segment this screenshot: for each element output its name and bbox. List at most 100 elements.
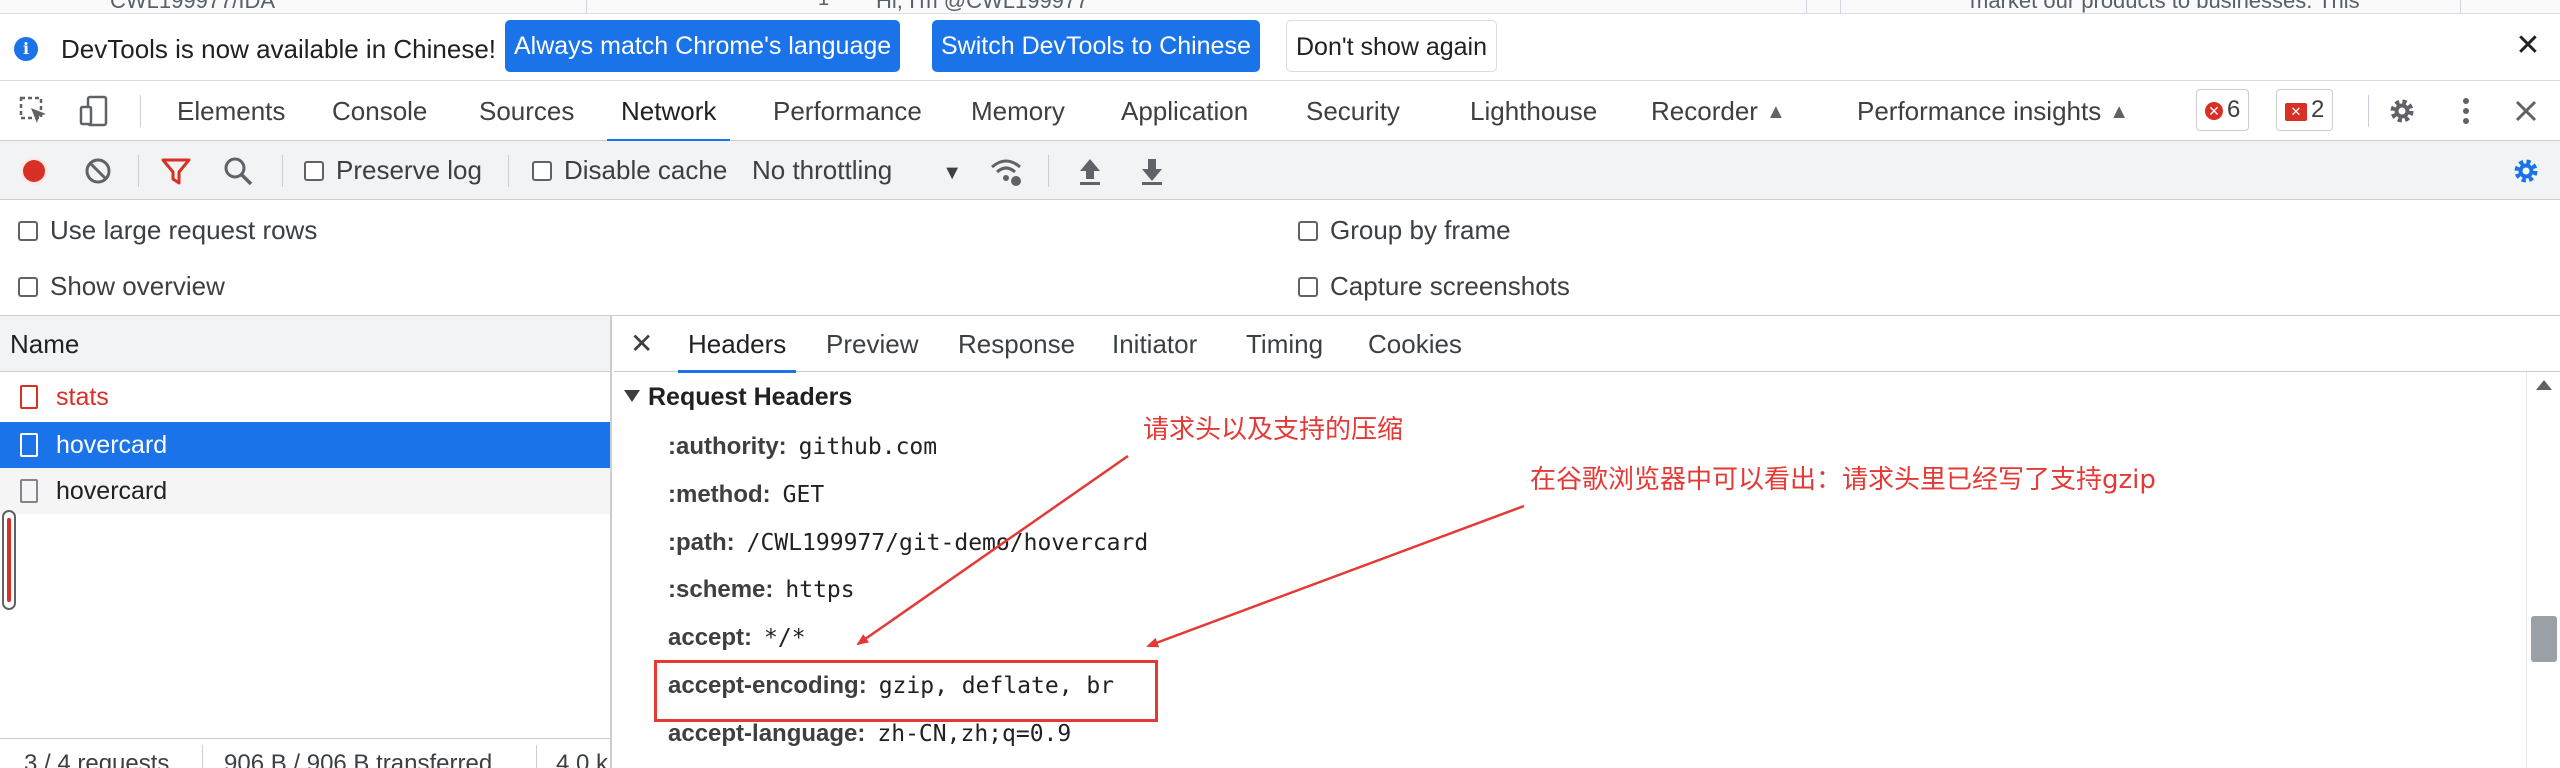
- more-options-icon[interactable]: [2450, 95, 2482, 127]
- request-headers-section-toggle[interactable]: Request Headers: [624, 380, 852, 414]
- page-behind-strip: CWL199977/IDA 1 Hi, I'm @CWL199977 marke…: [0, 0, 2560, 14]
- strip-divider: [1840, 0, 1841, 13]
- tab-lighthouse[interactable]: Lighthouse: [1470, 81, 1597, 141]
- language-infobar: i DevTools is now available in Chinese! …: [0, 14, 2560, 81]
- inspect-element-icon[interactable]: [18, 95, 50, 127]
- tab-console[interactable]: Console: [332, 81, 427, 141]
- issues-count-badge[interactable]: ✕ 2: [2276, 89, 2334, 131]
- header-key: accept-language:: [668, 720, 866, 747]
- error-icon: ✕: [2205, 102, 2223, 120]
- tab-preview[interactable]: Preview: [826, 316, 918, 372]
- annotation-compression-note: 请求头以及支持的压缩: [1143, 415, 1404, 445]
- header-key: accept:: [668, 624, 753, 651]
- issues-count: 2: [2311, 96, 2325, 123]
- header-value: /CWL199977/git-demo/hovercard: [746, 530, 1149, 556]
- detail-tabbar: ✕ Headers Preview Response Initiator Tim…: [614, 316, 2560, 373]
- tab-cookies[interactable]: Cookies: [1368, 316, 1462, 372]
- large-rows-checkbox[interactable]: Use large request rows: [18, 212, 317, 248]
- tab-timing[interactable]: Timing: [1246, 316, 1323, 372]
- header-row: :path: /CWL199977/git-demo/hovercard: [668, 526, 1148, 560]
- request-row-hovercard[interactable]: hovercard: [0, 468, 610, 514]
- network-settings-gear-icon[interactable]: [2510, 155, 2542, 187]
- transferred-text: 906 B / 906 B transferred: [224, 750, 493, 768]
- detail-scrollbar[interactable]: [2526, 372, 2560, 768]
- header-row: accept: */*: [668, 621, 806, 655]
- checkbox-box: [18, 221, 38, 241]
- close-detail-icon[interactable]: ✕: [630, 326, 653, 362]
- group-by-frame-checkbox[interactable]: Group by frame: [1298, 212, 1511, 248]
- tab-recorder-label: Recorder: [1651, 96, 1758, 126]
- tab-memory[interactable]: Memory: [971, 81, 1065, 141]
- tab-elements[interactable]: Elements: [177, 81, 285, 141]
- request-list-scrollbar[interactable]: [2, 510, 16, 610]
- large-rows-label: Use large request rows: [50, 215, 318, 245]
- throttling-value: No throttling: [752, 155, 893, 185]
- experimental-flask-icon: ▲: [2109, 101, 2130, 123]
- header-value: github.com: [798, 434, 938, 460]
- match-language-button[interactable]: Always match Chrome's language: [505, 20, 901, 72]
- toolbar-divider: [282, 155, 283, 187]
- tab-sources[interactable]: Sources: [479, 81, 574, 141]
- dont-show-again-button[interactable]: Don't show again: [1286, 20, 1498, 72]
- tab-response[interactable]: Response: [958, 316, 1075, 372]
- error-count-badge[interactable]: ✕ 6: [2196, 89, 2250, 131]
- tab-network[interactable]: Network: [606, 81, 731, 142]
- settings-gear-icon[interactable]: [2386, 95, 2418, 127]
- filter-icon[interactable]: [160, 155, 192, 187]
- tab-initiator[interactable]: Initiator: [1112, 316, 1197, 372]
- close-infobar-icon[interactable]: ✕: [2510, 28, 2546, 64]
- network-toolbar: Preserve log Disable cache No throttling…: [0, 141, 2560, 200]
- record-icon[interactable]: [18, 155, 50, 187]
- preserve-log-checkbox[interactable]: Preserve log: [304, 141, 482, 200]
- capture-screenshots-checkbox[interactable]: Capture screenshots: [1298, 268, 1570, 304]
- capture-screenshots-label: Capture screenshots: [1330, 271, 1570, 301]
- close-devtools-icon[interactable]: [2510, 95, 2542, 127]
- network-status-bar: 3 / 4 requests 906 B / 906 B transferred…: [0, 738, 610, 768]
- tab-performance[interactable]: Performance: [773, 81, 922, 141]
- request-name: stats: [56, 383, 109, 411]
- throttling-select[interactable]: No throttling ▼: [752, 141, 962, 200]
- export-har-icon[interactable]: [1136, 155, 1168, 187]
- tab-performance-insights[interactable]: Performance insights ▲: [1857, 81, 2129, 141]
- tab-headers[interactable]: Headers: [677, 316, 797, 373]
- header-key: :path:: [668, 529, 735, 556]
- section-title-text: Request Headers: [648, 383, 853, 411]
- request-row-stats[interactable]: stats: [0, 374, 610, 420]
- header-key: :method:: [668, 481, 771, 508]
- request-list-panel: Name stats hovercard hovercard 3 / 4 req…: [0, 316, 612, 768]
- line-number: 1: [818, 0, 829, 11]
- tab-security[interactable]: Security: [1306, 81, 1400, 141]
- search-icon[interactable]: [222, 155, 254, 187]
- header-row: :authority: github.com: [668, 430, 937, 464]
- toolbar-divider: [1048, 155, 1049, 187]
- header-key: :authority:: [668, 433, 787, 460]
- preserve-log-label: Preserve log: [336, 155, 482, 185]
- header-value: zh-CN,zh;q=0.9: [877, 721, 1072, 747]
- status-divider: [536, 745, 537, 768]
- accept-encoding-highlight-box: [654, 660, 1158, 722]
- tab-recorder[interactable]: Recorder ▲: [1651, 81, 1786, 141]
- experimental-flask-icon: ▲: [1765, 101, 1786, 123]
- request-row-hovercard-selected[interactable]: hovercard: [0, 422, 610, 468]
- import-har-icon[interactable]: [1074, 155, 1106, 187]
- device-toolbar-icon[interactable]: [78, 95, 110, 127]
- request-name: hovercard: [56, 431, 168, 459]
- document-icon: [20, 433, 38, 457]
- error-count: 6: [2227, 96, 2241, 123]
- network-conditions-wifi-icon[interactable]: [990, 155, 1022, 187]
- header-row: accept-language: zh-CN,zh;q=0.9: [668, 717, 1071, 751]
- resources-text: 4.0 k: [556, 750, 609, 768]
- header-row: :method: GET: [668, 478, 824, 512]
- show-overview-checkbox[interactable]: Show overview: [18, 268, 225, 304]
- header-value: GET: [782, 482, 825, 508]
- name-column-header[interactable]: Name: [0, 316, 610, 372]
- switch-to-chinese-button[interactable]: Switch DevTools to Chinese: [932, 20, 1260, 72]
- disable-cache-checkbox[interactable]: Disable cache: [532, 141, 727, 200]
- strip-divider: [586, 0, 587, 13]
- clear-icon[interactable]: [82, 155, 114, 187]
- tab-application[interactable]: Application: [1121, 81, 1248, 141]
- scroll-up-arrow-icon[interactable]: [2536, 380, 2552, 390]
- scrollbar-thumb[interactable]: [2531, 616, 2557, 662]
- tab-performance-insights-label: Performance insights: [1857, 96, 2102, 126]
- checkbox-box: [304, 161, 324, 181]
